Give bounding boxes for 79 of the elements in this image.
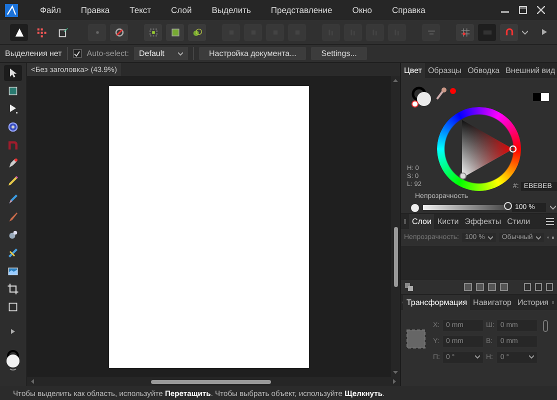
node-arrow-icon xyxy=(7,103,19,115)
menu-item[interactable]: Слой xyxy=(161,5,202,15)
scroll-down-icon[interactable] xyxy=(393,370,398,375)
expand-arrow-icon[interactable] xyxy=(11,329,15,334)
toolbar-button[interactable] xyxy=(500,24,518,40)
slider-thumb[interactable] xyxy=(504,202,512,210)
overlap-icon xyxy=(192,26,202,38)
caret-icon xyxy=(529,355,534,359)
scroll-right-icon[interactable] xyxy=(392,379,397,384)
settings-button[interactable]: Настройка документа... xyxy=(199,47,306,60)
knife-icon xyxy=(7,211,19,223)
panel-tab[interactable]: Кисти xyxy=(434,214,462,229)
image-icon xyxy=(7,265,19,277)
target-circle-icon xyxy=(7,121,19,133)
more-arrow-icon[interactable] xyxy=(542,29,547,35)
crop-icon xyxy=(7,283,19,295)
panel-tab[interactable]: Трансформация xyxy=(403,295,470,310)
triangle-icon xyxy=(14,26,24,38)
panel-tab[interactable]: Обводка xyxy=(464,63,503,78)
fill-stroke-icon[interactable] xyxy=(5,350,21,372)
select-frame-icon xyxy=(148,26,158,38)
toolbar-button[interactable] xyxy=(456,24,474,40)
maximize-icon[interactable] xyxy=(519,6,527,14)
caret-icon xyxy=(474,355,480,359)
app-logo xyxy=(5,4,18,16)
color-picker-drawing[interactable] xyxy=(411,85,456,109)
menu-item[interactable]: Текст xyxy=(120,5,162,15)
pointer-tool-icon xyxy=(7,67,19,79)
persona-button[interactable] xyxy=(10,24,28,40)
caret-icon[interactable] xyxy=(550,205,556,210)
toolbar-button[interactable] xyxy=(144,24,162,40)
caret-icon xyxy=(536,236,541,240)
vertical-scrollbar[interactable] xyxy=(391,76,400,377)
close-icon[interactable] xyxy=(537,6,545,14)
menu-item[interactable]: Представление xyxy=(260,5,342,15)
blob-icon xyxy=(7,229,19,241)
caret-icon xyxy=(178,52,184,56)
corner-shape-icon xyxy=(7,139,19,151)
caret-icon xyxy=(488,236,493,240)
magnet-icon xyxy=(504,26,514,38)
rectangle-icon xyxy=(7,301,19,313)
panel-tab[interactable]: Навигатор xyxy=(470,295,514,310)
opacity-min-icon xyxy=(411,204,419,212)
selection-status: Выделения нет xyxy=(5,49,62,58)
panel-tab[interactable]: Цвет xyxy=(401,63,425,78)
menu-item[interactable]: Окно xyxy=(342,5,382,15)
brush-icon xyxy=(7,193,19,205)
dots-grid-icon xyxy=(36,26,46,38)
menu-item[interactable]: Правка xyxy=(70,5,120,15)
panel-tab[interactable]: Образцы xyxy=(424,63,465,78)
panel-tab[interactable]: Стили xyxy=(504,214,534,229)
panel-tab[interactable]: Эффекты xyxy=(462,214,504,229)
grid-snap-icon xyxy=(460,26,470,38)
menu-item[interactable]: Файл xyxy=(30,5,71,15)
panel-tab[interactable]: Внешний вид xyxy=(502,63,557,78)
toolbar-button[interactable] xyxy=(188,24,206,40)
auto-select-label: Auto-select: xyxy=(86,49,130,58)
square-tool-icon xyxy=(7,85,19,97)
settings-button[interactable]: Settings... xyxy=(311,47,367,60)
toolbar-button[interactable] xyxy=(110,24,128,40)
caret-icon[interactable] xyxy=(522,29,528,35)
filled-frame-icon xyxy=(170,26,180,38)
panel-tab[interactable]: История xyxy=(514,295,552,310)
menu-item[interactable]: Выделить xyxy=(202,5,261,15)
default-colors-icon[interactable] xyxy=(533,93,549,101)
scroll-left-icon[interactable] xyxy=(30,379,35,384)
toolbar-button[interactable] xyxy=(166,24,184,40)
auto-select-checkbox[interactable] xyxy=(72,49,82,58)
export-icon xyxy=(58,26,68,38)
pen-icon xyxy=(7,157,19,169)
horizontal-scrollbar[interactable] xyxy=(27,377,400,386)
pencil-icon xyxy=(7,175,19,187)
stacked-squares-icon[interactable] xyxy=(405,283,413,291)
menu-item[interactable]: Справка xyxy=(382,5,436,15)
panel-tab[interactable]: Слои xyxy=(409,214,434,229)
mode-dropdown[interactable]: Default xyxy=(134,47,188,60)
scroll-up-icon[interactable] xyxy=(393,78,398,83)
tool-button[interactable] xyxy=(4,65,22,81)
menu-icon[interactable] xyxy=(546,218,554,225)
